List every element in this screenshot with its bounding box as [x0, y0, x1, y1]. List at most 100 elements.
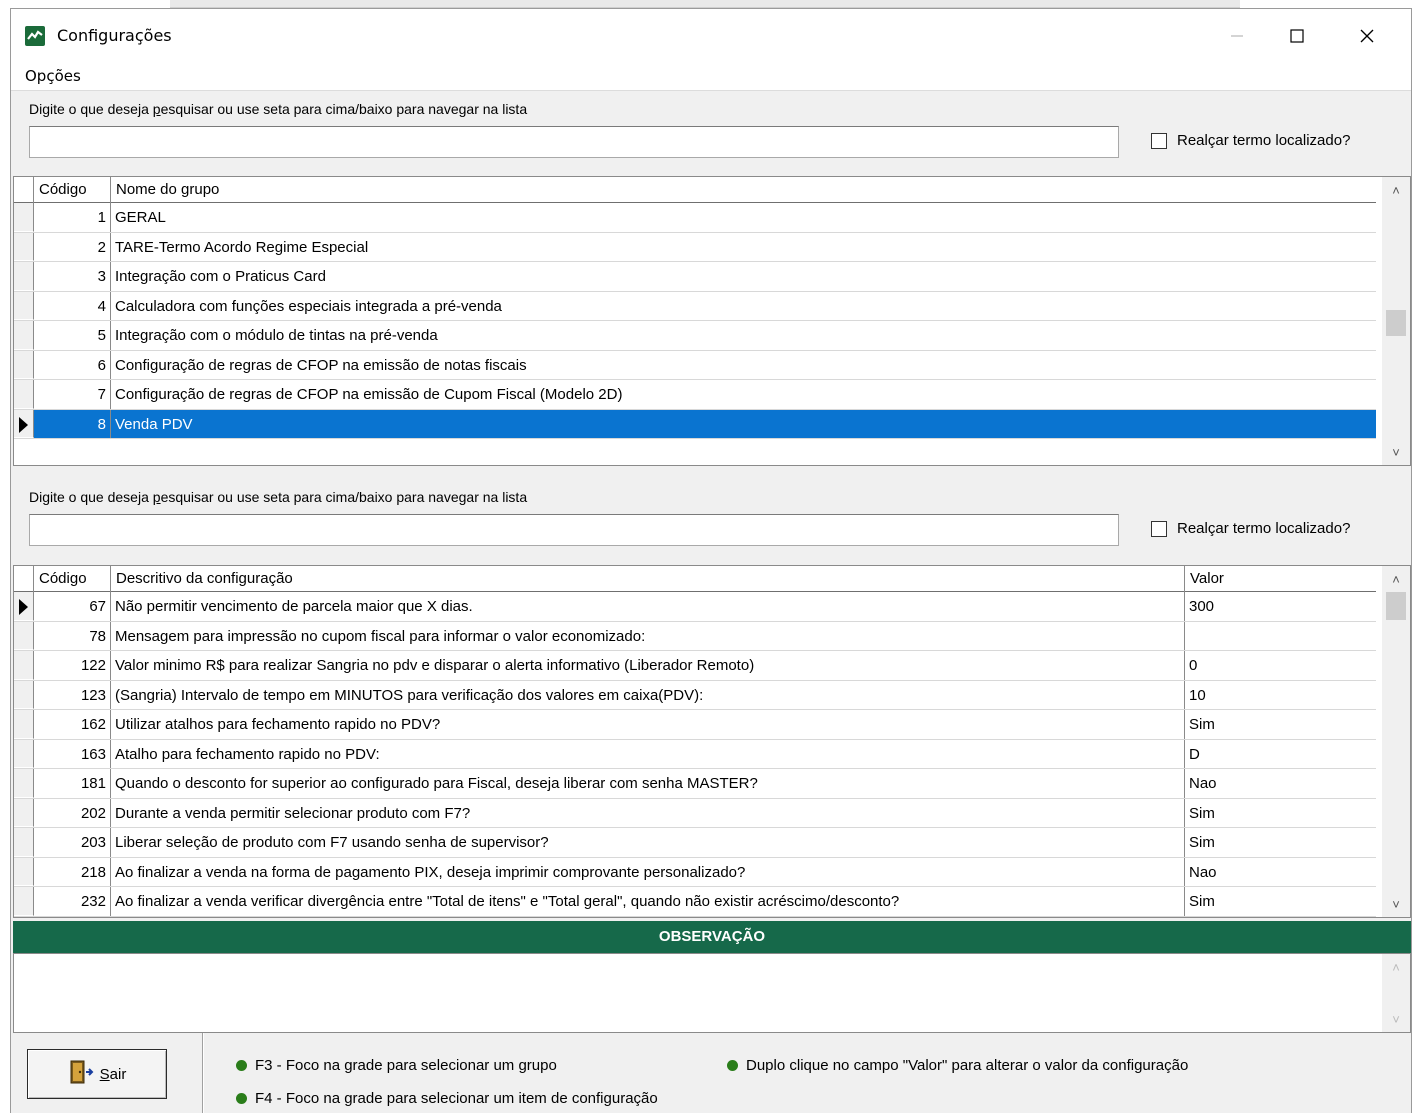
- cell-valor[interactable]: [1185, 622, 1376, 651]
- cell-nome-grupo[interactable]: Configuração de regras de CFOP na emissã…: [111, 380, 1376, 409]
- row-indicator[interactable]: [14, 592, 34, 621]
- table-row[interactable]: 181 Quando o desconto for superior ao con…: [14, 769, 1376, 799]
- scroll-up-icon[interactable]: ˄: [1382, 956, 1410, 978]
- row-indicator[interactable]: [14, 651, 34, 680]
- cell-valor[interactable]: 300: [1185, 592, 1376, 621]
- configs-scrollbar[interactable]: ˄ ˅: [1382, 566, 1410, 917]
- cell-codigo[interactable]: 218: [34, 857, 111, 886]
- group-highlight-option[interactable]: Realçar termo localizado?: [1151, 132, 1350, 149]
- cell-descritivo[interactable]: Não permitir vencimento de parcela maior…: [111, 592, 1185, 621]
- cell-nome-grupo[interactable]: GERAL: [111, 203, 1376, 232]
- group-highlight-checkbox[interactable]: [1151, 132, 1167, 149]
- cell-valor[interactable]: 0: [1185, 651, 1376, 680]
- cell-valor[interactable]: Sim: [1185, 799, 1376, 828]
- table-row[interactable]: 203 Liberar seleção de produto com F7 usa…: [14, 828, 1376, 858]
- table-row[interactable]: 8 Venda PDV: [14, 409, 1376, 439]
- cell-descritivo[interactable]: Valor minimo R$ para realizar Sangria no…: [111, 651, 1185, 680]
- cell-codigo[interactable]: 3: [34, 262, 111, 291]
- table-row[interactable]: 232 Ao finalizar a venda verificar diverg…: [14, 887, 1376, 917]
- configs-grid[interactable]: Código Descritivo da configuração Valor …: [13, 565, 1411, 918]
- cell-valor[interactable]: Nao: [1185, 858, 1376, 887]
- cell-valor[interactable]: Sim: [1185, 887, 1376, 916]
- row-indicator[interactable]: [14, 232, 34, 261]
- header-codigo[interactable]: Código: [34, 177, 111, 203]
- row-indicator[interactable]: [14, 350, 34, 379]
- table-row[interactable]: 7 Configuração de regras de CFOP na emiss…: [14, 380, 1376, 410]
- groups-scrollbar[interactable]: ˄ ˅: [1382, 177, 1410, 465]
- exit-button[interactable]: Sair: [27, 1049, 167, 1099]
- cell-descritivo[interactable]: Atalho para fechamento rapido no PDV:: [111, 739, 1185, 768]
- row-indicator[interactable]: [14, 680, 34, 709]
- cell-codigo[interactable]: 1: [34, 203, 111, 232]
- header-descritivo[interactable]: Descritivo da configuração: [111, 566, 1185, 592]
- table-row[interactable]: 3 Integração com o Praticus Card: [14, 262, 1376, 292]
- cell-codigo[interactable]: 163: [34, 739, 111, 768]
- table-row[interactable]: 78 Mensagem para impressão no cupom fisca…: [14, 621, 1376, 651]
- table-row[interactable]: 202 Durante a venda permitir selecionar p…: [14, 798, 1376, 828]
- scroll-down-icon[interactable]: ˅: [1382, 1008, 1410, 1030]
- header-codigo[interactable]: Código: [34, 566, 111, 592]
- cell-valor[interactable]: D: [1185, 740, 1376, 769]
- table-row[interactable]: 163 Atalho para fechamento rapido no PDV:…: [14, 739, 1376, 769]
- cell-codigo[interactable]: 232: [34, 887, 111, 916]
- row-indicator[interactable]: [14, 409, 34, 438]
- table-row[interactable]: 6 Configuração de regras de CFOP na emiss…: [14, 350, 1376, 380]
- cell-codigo[interactable]: 6: [34, 350, 111, 379]
- maximize-button[interactable]: [1267, 9, 1327, 63]
- header-nome-do-grupo[interactable]: Nome do grupo: [111, 177, 1376, 203]
- row-indicator[interactable]: [14, 857, 34, 886]
- cell-descritivo[interactable]: Mensagem para impressão no cupom fiscal …: [111, 621, 1185, 650]
- scroll-down-icon[interactable]: ˅: [1382, 893, 1410, 915]
- row-indicator[interactable]: [14, 739, 34, 768]
- cell-codigo[interactable]: 7: [34, 380, 111, 409]
- table-row[interactable]: 4 Calculadora com funções especiais integ…: [14, 291, 1376, 321]
- cell-codigo[interactable]: 181: [34, 769, 111, 798]
- group-search-input[interactable]: [29, 126, 1119, 158]
- cell-descritivo[interactable]: (Sangria) Intervalo de tempo em MINUTOS …: [111, 680, 1185, 709]
- scroll-up-icon[interactable]: ˄: [1382, 179, 1410, 201]
- config-search-input[interactable]: [29, 514, 1119, 546]
- row-indicator[interactable]: [14, 798, 34, 827]
- scroll-down-icon[interactable]: ˅: [1382, 441, 1410, 463]
- config-highlight-option[interactable]: Realçar termo localizado?: [1151, 520, 1350, 537]
- row-indicator[interactable]: [14, 380, 34, 409]
- cell-codigo[interactable]: 203: [34, 828, 111, 857]
- table-row[interactable]: 122 Valor minimo R$ para realizar Sangria…: [14, 651, 1376, 681]
- cell-codigo[interactable]: 8: [34, 409, 111, 438]
- cell-descritivo[interactable]: Ao finalizar a venda verificar divergênc…: [111, 887, 1185, 916]
- cell-codigo[interactable]: 78: [34, 621, 111, 650]
- cell-nome-grupo[interactable]: Calculadora com funções especiais integr…: [111, 292, 1376, 321]
- cell-codigo[interactable]: 162: [34, 710, 111, 739]
- cell-codigo[interactable]: 67: [34, 592, 111, 621]
- minimize-button[interactable]: [1207, 9, 1267, 63]
- cell-codigo[interactable]: 123: [34, 680, 111, 709]
- cell-nome-grupo[interactable]: Integração com o Praticus Card: [111, 262, 1376, 291]
- row-indicator[interactable]: [14, 321, 34, 350]
- table-row[interactable]: 67 Não permitir vencimento de parcela mai…: [14, 592, 1376, 622]
- observation-scrollbar[interactable]: ˄ ˅: [1382, 954, 1410, 1032]
- cell-codigo[interactable]: 5: [34, 321, 111, 350]
- scroll-up-icon[interactable]: ˄: [1382, 568, 1410, 590]
- row-indicator[interactable]: [14, 887, 34, 916]
- cell-descritivo[interactable]: Liberar seleção de produto com F7 usando…: [111, 828, 1185, 857]
- scroll-thumb[interactable]: [1386, 592, 1406, 620]
- table-row[interactable]: 1 GERAL: [14, 203, 1376, 233]
- cell-valor[interactable]: Sim: [1185, 828, 1376, 857]
- cell-descritivo[interactable]: Utilizar atalhos para fechamento rapido …: [111, 710, 1185, 739]
- cell-nome-grupo[interactable]: Venda PDV: [111, 409, 1376, 438]
- close-button[interactable]: [1337, 9, 1397, 63]
- row-indicator[interactable]: [14, 621, 34, 650]
- cell-valor[interactable]: Nao: [1185, 769, 1376, 798]
- table-row[interactable]: 218 Ao finalizar a venda na forma de paga…: [14, 857, 1376, 887]
- header-valor[interactable]: Valor: [1185, 566, 1376, 592]
- groups-grid[interactable]: Código Nome do grupo 1 GERAL 2 TARE-Termo A…: [13, 176, 1411, 466]
- cell-valor[interactable]: Sim: [1185, 710, 1376, 739]
- row-indicator[interactable]: [14, 828, 34, 857]
- observation-textarea[interactable]: ˄ ˅: [13, 953, 1411, 1033]
- table-row[interactable]: 5 Integração com o módulo de tintas na pr…: [14, 321, 1376, 351]
- cell-valor[interactable]: 10: [1185, 681, 1376, 710]
- cell-codigo[interactable]: 2: [34, 232, 111, 261]
- table-row[interactable]: 2 TARE-Termo Acordo Regime Especial: [14, 232, 1376, 262]
- row-indicator[interactable]: [14, 710, 34, 739]
- cell-descritivo[interactable]: Durante a venda permitir selecionar prod…: [111, 798, 1185, 827]
